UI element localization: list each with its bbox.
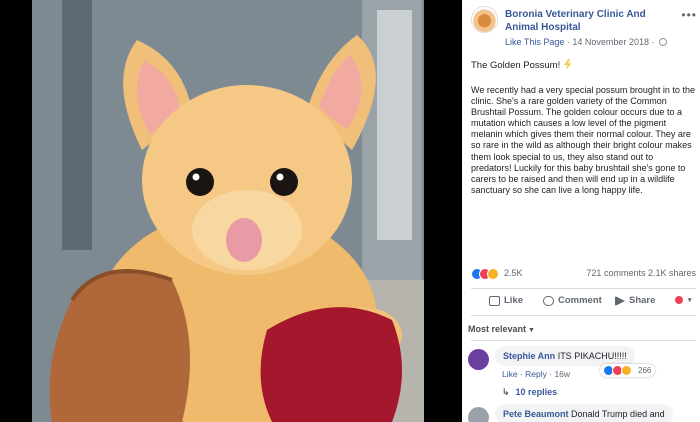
reactions-count: 2.5K	[504, 268, 523, 278]
share-button-label: Share	[629, 295, 656, 306]
golden-possum-photo[interactable]	[32, 0, 424, 422]
meta-separator-2: ·	[651, 37, 655, 47]
comment-bubble: Stephie Ann ITS PIKACHU!!!!!	[495, 346, 635, 366]
comment-reply-link[interactable]: Reply	[525, 369, 547, 379]
comment-bubble: Pete Beaumont Donald Trump died and	[495, 404, 673, 422]
possum-illustration	[32, 0, 424, 422]
like-page-link[interactable]: Like This Page	[505, 37, 564, 47]
comment-author[interactable]: Stephie Ann	[503, 351, 555, 361]
divider	[471, 288, 696, 289]
reaction-picker-button[interactable]: ▾	[674, 295, 692, 305]
chevron-down-icon: ▾	[688, 297, 692, 304]
post-title: The Golden Possum!	[471, 59, 572, 71]
thumbs-up-icon	[489, 295, 500, 306]
comment-text: ITS PIKACHU!!!!!	[557, 351, 627, 361]
comments-shares: 721 comments 2.1K shares	[586, 268, 696, 278]
reply-arrow-icon: ↳	[502, 387, 510, 397]
commenter-avatar[interactable]	[468, 349, 489, 370]
comments-count-link[interactable]: 721 comments	[586, 268, 645, 278]
divider	[471, 340, 696, 341]
share-icon	[615, 295, 625, 306]
comment-text: Donald Trump died and	[571, 409, 665, 419]
page-avatar[interactable]	[471, 6, 498, 33]
post-meta: Like This Page · 14 November 2018 ·	[505, 37, 667, 47]
globe-icon	[659, 38, 667, 46]
lightning-icon	[564, 59, 572, 70]
share-button[interactable]: Share	[615, 295, 655, 306]
post-date[interactable]: 14 November 2018	[572, 37, 649, 47]
comment-sort-label: Most relevant	[468, 324, 527, 334]
action-bar: Like Comment Share ▾	[471, 292, 696, 310]
page-name-link[interactable]: Boronia Veterinary Clinic And Animal Hos…	[505, 8, 675, 34]
commenter-avatar[interactable]	[468, 407, 489, 422]
view-replies-link[interactable]: ↳ 10 replies	[502, 387, 557, 398]
comment-button-label: Comment	[558, 295, 602, 306]
post-body: We recently had a very special possum br…	[471, 85, 695, 195]
post-title-text: The Golden Possum!	[471, 60, 561, 71]
divider	[471, 315, 696, 316]
comment-reaction-count: 266	[638, 366, 652, 375]
like-button[interactable]: Like	[489, 295, 523, 306]
comment-author[interactable]: Pete Beaumont	[503, 409, 569, 419]
chevron-down-icon: ▼	[528, 327, 535, 334]
photo-viewer	[0, 0, 462, 422]
shares-count-link[interactable]: 2.1K shares	[648, 268, 696, 278]
comment-like-link[interactable]: Like	[502, 369, 518, 379]
comment-button[interactable]: Comment	[543, 295, 602, 306]
haha-reaction-icon	[621, 365, 632, 376]
comment-meta: Like · Reply · 16w	[502, 369, 571, 379]
post-stats: 2.5K 721 comments 2.1K shares	[471, 268, 696, 282]
comment-age[interactable]: 16w	[554, 369, 570, 379]
avatar-react-icon	[674, 295, 684, 305]
wow-reaction-icon	[487, 268, 499, 280]
more-icon[interactable]: •••	[681, 8, 697, 22]
comment-icon	[543, 295, 554, 306]
comment-sort-dropdown[interactable]: Most relevant ▼	[468, 324, 535, 334]
comment-reactions[interactable]: 266	[600, 364, 656, 377]
like-button-label: Like	[504, 295, 524, 306]
replies-count: 10 replies	[515, 387, 558, 397]
post-header: Boronia Veterinary Clinic And Animal Hos…	[471, 6, 697, 50]
post-panel: Boronia Veterinary Clinic And Animal Hos…	[462, 0, 700, 422]
meta-separator: ·	[566, 37, 570, 47]
